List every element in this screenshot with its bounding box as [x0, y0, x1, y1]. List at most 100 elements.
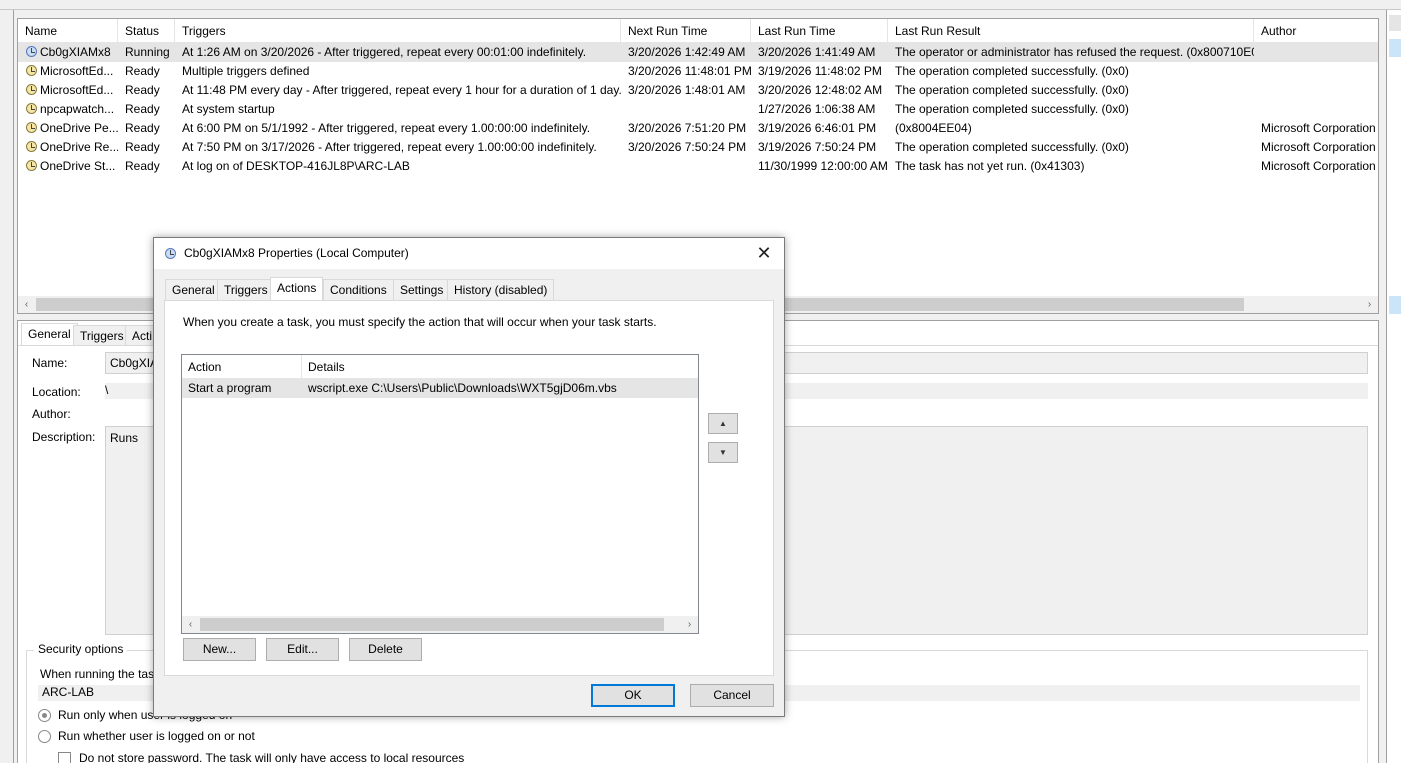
cancel-button[interactable]: Cancel — [690, 684, 774, 707]
task-cell-triggers: At system startup — [175, 100, 621, 119]
task-row[interactable]: MicrosoftEd... Ready Multiple triggers def… — [18, 62, 1378, 81]
task-cell-text: 3/20/2026 1:41:49 AM — [758, 45, 876, 59]
task-cell-next-run — [621, 100, 751, 119]
task-cell-result: (0x8004EE04) — [888, 119, 1254, 138]
col-name[interactable]: Name — [18, 19, 118, 43]
task-cell-last-run: 3/19/2026 6:46:01 PM — [751, 119, 888, 138]
task-cell-last-run: 3/19/2026 7:50:24 PM — [751, 138, 888, 157]
col-triggers[interactable]: Triggers — [175, 19, 621, 43]
dialog-title: Cb0gXIAMx8 Properties (Local Computer) — [184, 246, 409, 260]
task-cell-status: Ready — [118, 100, 175, 119]
task-cell-last-run: 3/19/2026 11:48:02 PM — [751, 62, 888, 81]
task-cell-next-run: 3/20/2026 1:42:49 AM — [621, 43, 751, 62]
task-row[interactable]: MicrosoftEd... Ready At 11:48 PM every day… — [18, 81, 1378, 100]
task-cell-text: MicrosoftEd... — [40, 83, 114, 97]
task-cell-name: OneDrive St... — [18, 157, 118, 176]
dialog-titlebar[interactable]: Cb0gXIAMx8 Properties (Local Computer) ✕ — [154, 238, 784, 269]
delete-action-button[interactable]: Delete — [349, 638, 422, 661]
col-last-run[interactable]: Last Run Time — [751, 19, 888, 43]
task-cell-text: The operation completed successfully. (0… — [895, 102, 1129, 116]
task-cell-triggers: At 6:00 PM on 5/1/1992 - After triggered… — [175, 119, 621, 138]
dialog-tab-settings[interactable]: Settings — [393, 279, 451, 300]
task-row[interactable]: OneDrive Re... Ready At 7:50 PM on 3/17/20… — [18, 138, 1378, 157]
actions-col-action[interactable]: Action — [182, 355, 302, 379]
task-cell-text: 3/19/2026 11:48:02 PM — [758, 64, 882, 78]
task-cell-text: Ready — [125, 102, 160, 116]
task-cell-last-run: 3/20/2026 1:41:49 AM — [751, 43, 888, 62]
task-list-header: Name Status Triggers Next Run Time Last … — [18, 19, 1378, 43]
task-cell-last-run: 3/20/2026 12:48:02 AM — [751, 81, 888, 100]
task-cell-name: OneDrive Pe... — [18, 119, 118, 138]
edit-action-button[interactable]: Edit... — [266, 638, 339, 661]
details-tab-general[interactable]: General — [21, 323, 78, 346]
scroll-right-icon[interactable]: › — [681, 616, 698, 633]
name-label: Name: — [32, 356, 68, 370]
task-cell-text: The operation completed successfully. (0… — [895, 64, 1129, 78]
task-cell-author: Microsoft Corporation — [1254, 138, 1378, 157]
actions-list[interactable]: Action Details Start a program wscript.e… — [181, 354, 699, 634]
task-cell-triggers: At 1:26 AM on 3/20/2026 - After triggere… — [175, 43, 621, 62]
task-clock-icon — [26, 160, 37, 171]
scroll-right-icon[interactable]: › — [1361, 296, 1378, 313]
task-cell-text: Running — [125, 45, 170, 59]
col-last-result[interactable]: Last Run Result — [888, 19, 1254, 43]
radio-logged-on[interactable] — [38, 709, 51, 722]
task-cell-text: The operation completed successfully. (0… — [895, 140, 1129, 154]
task-cell-text: Ready — [125, 83, 160, 97]
close-icon[interactable]: ✕ — [752, 241, 776, 265]
actions-row[interactable]: Start a program wscript.exe C:\Users\Pub… — [182, 379, 698, 398]
task-row[interactable]: npcapwatch... Ready At system startup 1/27/… — [18, 100, 1378, 119]
task-cell-triggers: Multiple triggers defined — [175, 62, 621, 81]
task-cell-text: npcapwatch... — [40, 102, 115, 116]
location-label: Location: — [32, 385, 81, 399]
task-cell-next-run: 3/20/2026 7:51:20 PM — [621, 119, 751, 138]
dialog-tab-history[interactable]: History (disabled) — [447, 279, 555, 300]
new-action-button[interactable]: New... — [183, 638, 256, 661]
task-cell-result: The operation completed successfully. (0… — [888, 100, 1254, 119]
col-status[interactable]: Status — [118, 19, 175, 43]
task-cell-status: Ready — [118, 81, 175, 100]
task-row[interactable]: OneDrive Pe... Ready At 6:00 PM on 5/1/199… — [18, 119, 1378, 138]
dialog-tab-triggers[interactable]: Triggers — [217, 279, 275, 300]
radio-whether-label: Run whether user is logged on or not — [58, 729, 255, 743]
task-cell-text: Cb0gXIAMx8 — [40, 45, 111, 59]
task-cell-text: Multiple triggers defined — [182, 64, 310, 78]
move-down-button[interactable]: ▼ — [708, 442, 738, 463]
ok-button[interactable]: OK — [591, 684, 675, 707]
task-clock-icon — [26, 122, 37, 133]
task-cell-text: The operation completed successfully. (0… — [895, 83, 1129, 97]
task-cell-text: OneDrive Re... — [40, 140, 118, 154]
task-clock-icon — [26, 103, 37, 114]
task-cell-text: 3/20/2026 7:51:20 PM — [628, 121, 747, 135]
task-cell-text: At 11:48 PM every day - After triggered,… — [182, 83, 621, 97]
scroll-left-icon[interactable]: ‹ — [18, 296, 35, 313]
details-tab-triggers[interactable]: Triggers — [73, 325, 131, 346]
security-title: Security options — [34, 642, 128, 656]
scroll-left-icon[interactable]: ‹ — [182, 616, 199, 633]
task-cell-text: Ready — [125, 64, 160, 78]
task-cell-text: 3/19/2026 6:46:01 PM — [758, 121, 877, 135]
task-row[interactable]: OneDrive St... Ready At log on of DESKTOP-… — [18, 157, 1378, 176]
task-cell-result: The operation completed successfully. (0… — [888, 138, 1254, 157]
task-cell-triggers: At 7:50 PM on 3/17/2026 - After triggere… — [175, 138, 621, 157]
task-cell-status: Ready — [118, 119, 175, 138]
actions-list-hscrollbar[interactable]: ‹ › — [182, 616, 698, 633]
task-cell-author: Microsoft Corporation — [1254, 157, 1378, 176]
move-up-button[interactable]: ▲ — [708, 413, 738, 434]
scroll-thumb[interactable] — [200, 618, 664, 631]
dialog-tab-actions[interactable]: Actions — [270, 277, 324, 300]
task-cell-author — [1254, 43, 1378, 62]
task-row[interactable]: Cb0gXIAMx8 Running At 1:26 AM on 3/20/2026… — [18, 43, 1378, 62]
task-cell-text: 3/19/2026 7:50:24 PM — [758, 140, 877, 154]
col-author[interactable]: Author — [1254, 19, 1378, 43]
task-cell-text: Ready — [125, 159, 160, 173]
task-cell-text: (0x8004EE04) — [895, 121, 972, 135]
checkbox-no-password[interactable] — [58, 752, 71, 763]
radio-whether-logged[interactable] — [38, 730, 51, 743]
task-clock-icon — [26, 141, 37, 152]
task-cell-status: Ready — [118, 138, 175, 157]
dialog-tab-conditions[interactable]: Conditions — [323, 279, 394, 300]
dialog-tab-general[interactable]: General — [165, 279, 222, 300]
actions-col-details[interactable]: Details — [302, 355, 698, 379]
col-next-run[interactable]: Next Run Time — [621, 19, 751, 43]
